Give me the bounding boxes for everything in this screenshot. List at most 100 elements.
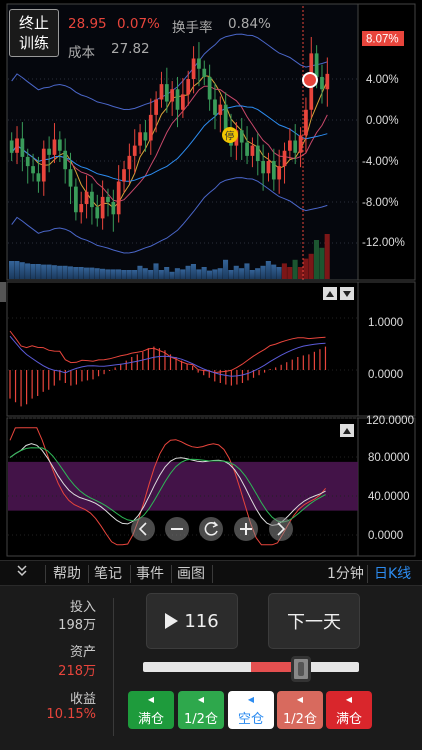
volume-bar — [223, 259, 229, 279]
volume-bar — [67, 266, 73, 279]
position-button-label: 1/2仓 — [184, 712, 218, 727]
volume-bar — [105, 269, 111, 279]
candle-body — [266, 161, 271, 174]
chevron-left-icon[interactable] — [131, 517, 155, 541]
tab-draw[interactable]: 画图 — [177, 564, 205, 584]
volume-bar — [190, 264, 196, 279]
macd-axis-panel — [357, 281, 416, 417]
panel-up-button[interactable] — [340, 424, 354, 437]
tab-notes[interactable]: 笔记 — [94, 564, 122, 584]
candle-body — [63, 150, 68, 170]
candle-body — [218, 104, 223, 115]
candle-body — [116, 181, 121, 215]
volume-bar — [153, 263, 159, 279]
reset-icon[interactable] — [199, 517, 223, 541]
candle-body — [245, 142, 249, 156]
zoom-out-icon[interactable] — [165, 517, 189, 541]
candle-body — [106, 196, 110, 202]
main-axis-tick: 4.00% — [366, 74, 399, 86]
left-arrow-icon: ◀ — [197, 695, 205, 704]
candle-body — [213, 99, 217, 115]
invest-value: 198万 — [58, 618, 96, 633]
stop-training-label-line2: 训练 — [18, 34, 49, 52]
candle-body — [36, 173, 41, 182]
position-button[interactable]: ◀ 满仓 — [128, 691, 174, 729]
candle-body — [255, 145, 260, 161]
volume-bar — [110, 269, 116, 279]
kdj-band — [8, 461, 358, 511]
candle-body — [170, 89, 175, 102]
candle-body — [138, 132, 142, 146]
turnover-value: 0.84% — [228, 16, 271, 32]
play-count: 116 — [184, 610, 219, 632]
candle-body — [25, 156, 30, 167]
left-arrow-icon: ◀ — [345, 695, 353, 704]
play-button[interactable]: 116 — [146, 593, 238, 649]
tab-events[interactable]: 事件 — [136, 564, 164, 584]
position-button[interactable]: ◀ 1/2仓 — [178, 691, 224, 729]
volume-bar — [217, 268, 223, 279]
candle-body — [197, 58, 201, 69]
candle-body — [207, 76, 212, 100]
main-axis-tick: -4.00% — [362, 156, 398, 168]
panel-down-button[interactable] — [340, 287, 354, 300]
macd-axis-tick: 0.0000 — [368, 369, 403, 381]
volume-bar — [233, 265, 239, 279]
candle-body — [95, 207, 100, 219]
candle-body — [31, 166, 35, 174]
left-arrow-icon: ◀ — [247, 695, 255, 704]
candle-body — [68, 169, 73, 187]
position-button[interactable]: ◀ 满仓 — [326, 691, 372, 729]
candle-body — [325, 73, 330, 90]
next-day-button[interactable]: 下一天 — [268, 593, 360, 649]
volume-bar — [255, 268, 261, 279]
volume-bar — [14, 261, 20, 279]
stop-training-button[interactable]: 终止 训练 — [9, 9, 59, 57]
candle-body — [84, 191, 89, 205]
side-drawer-handle[interactable] — [0, 282, 6, 302]
cost-value: 27.82 — [111, 41, 150, 57]
tab-help[interactable]: 帮助 — [53, 564, 81, 584]
macd-axis-tick: 1.0000 — [368, 317, 403, 329]
candle-body — [186, 79, 191, 95]
panel-up-button[interactable] — [323, 287, 337, 300]
zoom-in-icon[interactable] — [234, 517, 258, 541]
volume-bar — [308, 253, 314, 279]
candle-body — [261, 161, 265, 174]
speed-slider[interactable] — [141, 656, 361, 682]
volume-bar — [57, 265, 63, 279]
candle-body — [181, 94, 185, 110]
candle-body — [304, 109, 308, 136]
candle-body — [100, 196, 105, 219]
volume-bar — [99, 268, 106, 279]
candle-body — [74, 186, 78, 213]
volume-bar — [212, 269, 218, 279]
volume-bar — [19, 262, 25, 279]
volume-bar — [260, 265, 266, 279]
macd-panel — [6, 281, 359, 417]
volume-bar — [35, 264, 41, 279]
volume-bar — [249, 270, 255, 279]
tab-one-minute[interactable]: 1分钟 — [327, 564, 364, 584]
double-chevron-down-icon[interactable] — [16, 564, 28, 584]
volume-bar — [30, 264, 36, 279]
candle-body — [20, 138, 25, 157]
volume-bar — [228, 270, 234, 279]
control-panel: 投入 198万 资产 218万 收益 10.15% 116 下一天 ◀ 满仓 ◀ 1/… — [0, 586, 422, 750]
volume-bar — [132, 270, 138, 279]
tab-daily-k[interactable]: 日K线 — [374, 564, 411, 584]
main-axis-tick: -12.00% — [362, 237, 405, 249]
volume-bar — [78, 267, 84, 279]
position-button[interactable]: ◀ 空仓 — [228, 691, 274, 729]
volume-bar — [116, 269, 122, 279]
assets-value: 218万 — [58, 664, 96, 679]
chevron-right-icon[interactable] — [269, 517, 293, 541]
position-button[interactable]: ◀ 1/2仓 — [277, 691, 323, 729]
main-axis-tick: -8.00% — [362, 197, 398, 209]
slider-knob[interactable] — [290, 656, 311, 682]
volume-bar — [9, 261, 15, 279]
halt-marker-label: 停 — [225, 130, 235, 143]
candle-body — [15, 138, 19, 153]
volume-bar — [281, 263, 287, 279]
kdj-axis-tick: 120.0000 — [366, 415, 414, 427]
